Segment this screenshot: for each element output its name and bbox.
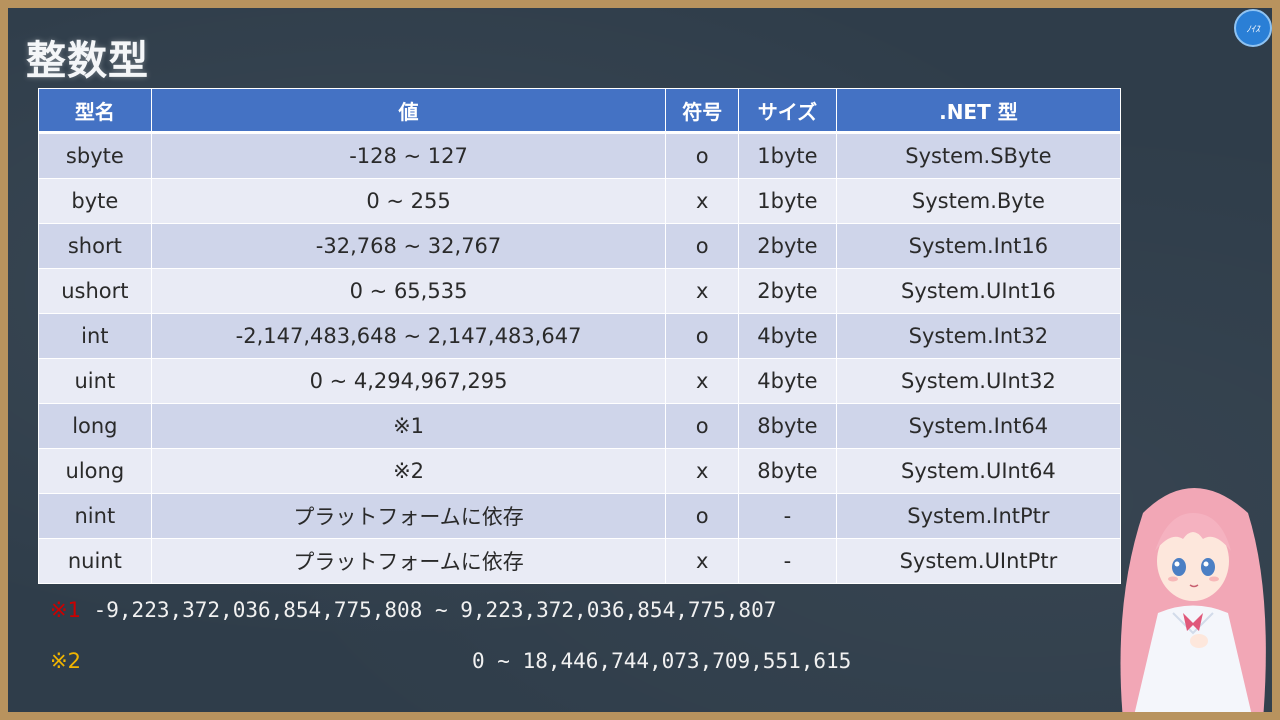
cell-size: 2byte — [738, 223, 837, 269]
page-title: 整数型 — [26, 38, 149, 84]
cell-sign: x — [665, 448, 740, 494]
cell-type-name: byte — [38, 178, 152, 224]
cell-value: 0 ~ 4,294,967,295 — [150, 358, 667, 404]
cell-dotnet-type: System.UIntPtr — [835, 538, 1122, 584]
cell-value: 0 ~ 65,535 — [150, 268, 667, 314]
cell-size: 8byte — [738, 448, 837, 494]
cell-type-name: ulong — [38, 448, 152, 494]
footnote-2: ※2 — [50, 649, 81, 673]
table-row: nint プラットフォームに依存 o - System.IntPtr — [38, 493, 1122, 539]
header-size: サイズ — [738, 88, 837, 134]
cell-type-name: nuint — [38, 538, 152, 584]
cell-type-name: nint — [38, 493, 152, 539]
cell-sign: x — [665, 178, 740, 224]
cell-type-name: long — [38, 403, 152, 449]
cell-sign: x — [665, 538, 740, 584]
cell-value: -2,147,483,648 ~ 2,147,483,647 — [150, 313, 667, 359]
cell-size: 1byte — [738, 178, 837, 224]
footnote-2-value: 0 ~ 18,446,744,073,709,551,615 — [472, 649, 851, 673]
footnote-1-text: -9,223,372,036,854,775,808 ~ 9,223,372,0… — [93, 598, 777, 622]
cell-sign: o — [665, 403, 740, 449]
mascot-character — [1120, 488, 1266, 712]
cell-size: - — [738, 538, 837, 584]
cell-dotnet-type: System.UInt16 — [835, 268, 1122, 314]
cell-dotnet-type: System.SByte — [835, 132, 1122, 179]
cell-value: 0 ~ 255 — [150, 178, 667, 224]
table-row: sbyte -128 ~ 127 o 1byte System.SByte — [38, 132, 1122, 179]
table-row: ushort 0 ~ 65,535 x 2byte System.UInt16 — [38, 268, 1122, 314]
cell-sign: o — [665, 493, 740, 539]
cell-dotnet-type: System.IntPtr — [835, 493, 1122, 539]
cell-dotnet-type: System.UInt32 — [835, 358, 1122, 404]
cell-dotnet-type: System.Byte — [835, 178, 1122, 224]
cell-size: - — [738, 493, 837, 539]
chalkboard: 整数型 ﾉｲｽ 型名 値 符号 サイズ .NET 型 sbyte -128 ~ … — [0, 0, 1280, 720]
cell-value-note2: ※2 — [150, 448, 667, 494]
cell-size: 4byte — [738, 313, 837, 359]
cell-value: -128 ~ 127 — [150, 132, 667, 179]
cell-sign: o — [665, 313, 740, 359]
cell-size: 2byte — [738, 268, 837, 314]
header-sign: 符号 — [665, 88, 740, 134]
cell-sign: o — [665, 223, 740, 269]
cell-dotnet-type: System.Int16 — [835, 223, 1122, 269]
footnote-1: ※1 -9,223,372,036,854,775,808 ~ 9,223,37… — [50, 598, 776, 622]
cell-dotnet-type: System.Int64 — [835, 403, 1122, 449]
cell-value: -32,768 ~ 32,767 — [150, 223, 667, 269]
footnote-2-text: 0 ~ 18,446,744,073,709,551,615 — [472, 649, 852, 673]
cell-size: 8byte — [738, 403, 837, 449]
cell-sign: x — [665, 358, 740, 404]
header-dotnet-type: .NET 型 — [835, 88, 1122, 134]
footnote-1-mark: ※1 — [50, 598, 81, 622]
table-row: int -2,147,483,648 ~ 2,147,483,647 o 4by… — [38, 313, 1122, 359]
cell-type-name: ushort — [38, 268, 152, 314]
cell-type-name: int — [38, 313, 152, 359]
cell-sign: x — [665, 268, 740, 314]
cell-sign: o — [665, 132, 740, 179]
table-row: long ※1 o 8byte System.Int64 — [38, 403, 1122, 449]
integer-types-table: 型名 値 符号 サイズ .NET 型 sbyte -128 ~ 127 o 1b… — [38, 88, 1122, 584]
table-header-row: 型名 値 符号 サイズ .NET 型 — [38, 88, 1122, 134]
table-row: byte 0 ~ 255 x 1byte System.Byte — [38, 178, 1122, 224]
cell-dotnet-type: System.Int32 — [835, 313, 1122, 359]
channel-logo: ﾉｲｽ — [1234, 9, 1272, 47]
table-row: nuint プラットフォームに依存 x - System.UIntPtr — [38, 538, 1122, 584]
table-row: uint 0 ~ 4,294,967,295 x 4byte System.UI… — [38, 358, 1122, 404]
cell-value-note1: ※1 — [150, 403, 667, 449]
logo-text: ﾉｲｽ — [1246, 24, 1260, 35]
header-value: 値 — [150, 88, 667, 134]
cell-dotnet-type: System.UInt64 — [835, 448, 1122, 494]
cell-size: 4byte — [738, 358, 837, 404]
table-row: ulong ※2 x 8byte System.UInt64 — [38, 448, 1122, 494]
cell-value: プラットフォームに依存 — [150, 493, 667, 539]
header-type-name: 型名 — [38, 88, 152, 134]
cell-value: プラットフォームに依存 — [150, 538, 667, 584]
cell-type-name: short — [38, 223, 152, 269]
cell-type-name: sbyte — [38, 132, 152, 179]
table-row: short -32,768 ~ 32,767 o 2byte System.In… — [38, 223, 1122, 269]
cell-type-name: uint — [38, 358, 152, 404]
footnote-2-mark: ※2 — [50, 649, 81, 673]
cell-size: 1byte — [738, 132, 837, 179]
